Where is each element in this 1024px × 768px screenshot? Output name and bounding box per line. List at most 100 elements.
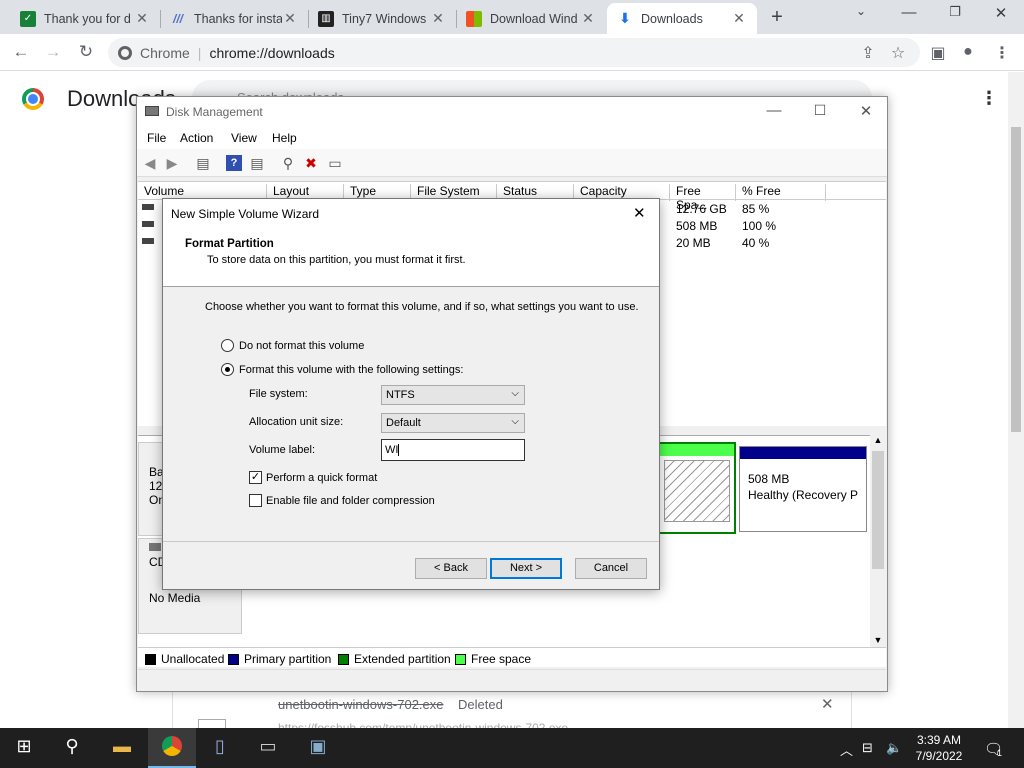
bookmark-star-icon[interactable]: ☆ <box>888 43 908 63</box>
disk-view-scrollbar[interactable]: ▲ ▼ <box>870 435 886 647</box>
free-space-partition[interactable] <box>658 442 736 534</box>
close-icon[interactable]: ✕ <box>633 204 646 222</box>
help-icon[interactable]: ? <box>226 155 242 171</box>
radio-button-selected[interactable] <box>221 363 234 376</box>
settings-icon[interactable]: ▭ <box>327 155 343 171</box>
radio-button[interactable] <box>221 339 234 352</box>
menu-file[interactable]: File <box>147 131 166 145</box>
volume-label-label: Volume label: <box>249 444 316 456</box>
volume-icon[interactable]: 🔈 <box>886 740 902 756</box>
tab-thank-you[interactable]: ✓ Thank you for d ✕ <box>10 3 160 34</box>
percent-free-cell: 100 % <box>742 219 777 233</box>
new-simple-volume-wizard: New Simple Volume Wizard ✕ Format Partit… <box>162 198 660 590</box>
column-percent-free[interactable]: % Free <box>736 184 826 201</box>
taskbar: ⊞ ⚲ ▬ ▯ ▭ ▣ ︿ ⊟ 🔈 3:39 AM 7/9/2022 🗨 1 <box>0 728 1024 768</box>
legend-primary: Primary partition <box>228 652 331 666</box>
allocation-unit-label: Allocation unit size: <box>249 416 344 428</box>
windows-start-icon[interactable]: ⊞ <box>12 736 36 760</box>
menu-help[interactable]: Help <box>272 131 297 145</box>
console-tree-icon[interactable]: ▤ <box>195 155 211 171</box>
clock[interactable]: 3:39 AM 7/9/2022 <box>908 732 970 764</box>
menu-view[interactable]: View <box>231 131 257 145</box>
radio-format-volume[interactable]: Format this volume with the following se… <box>221 363 463 376</box>
connect-icon[interactable]: ⚲ <box>280 155 296 171</box>
network-icon[interactable]: ⊟ <box>862 740 873 756</box>
volume-label-input[interactable]: WI <box>381 439 525 461</box>
microsoft-icon <box>466 10 482 27</box>
scrollbar-thumb[interactable] <box>872 451 884 569</box>
menu-icon[interactable]: ⋮ <box>992 43 1012 63</box>
close-icon[interactable]: ✕ <box>580 10 596 27</box>
back-button[interactable]: < Back <box>415 558 487 579</box>
tab-download-windows[interactable]: Download Wind ✕ <box>456 3 606 34</box>
close-icon[interactable]: ✕ <box>430 10 446 27</box>
chrome-icon[interactable] <box>160 736 184 760</box>
share-icon[interactable]: ⇪ <box>858 43 878 63</box>
scroll-down-icon[interactable]: ▼ <box>870 635 886 645</box>
radio-do-not-format[interactable]: Do not format this volume <box>221 339 364 352</box>
reload-button[interactable]: ↻ <box>75 42 97 62</box>
legend-label: Extended partition <box>354 652 451 666</box>
properties-icon[interactable]: ▤ <box>249 155 265 171</box>
select-value: Default <box>386 417 421 429</box>
menu-bar: File Action View Help <box>137 127 887 149</box>
file-explorer-icon[interactable]: ▬ <box>110 736 134 760</box>
legend-unallocated: Unallocated <box>145 652 224 666</box>
maximize-button[interactable]: ☐ <box>805 102 835 119</box>
computer-icon[interactable]: ▣ <box>306 736 330 760</box>
checkbox-label: Perform a quick format <box>266 471 378 484</box>
quick-format-checkbox-row[interactable]: ✓ Perform a quick format <box>249 471 377 484</box>
allocation-unit-select[interactable]: Default ⌵ <box>381 413 525 433</box>
close-icon[interactable]: ✕ <box>282 10 298 27</box>
chevron-down-icon: ⌵ <box>511 388 519 399</box>
wizard-subheading: To store data on this partition, you mus… <box>207 254 466 266</box>
scroll-up-icon[interactable]: ▲ <box>870 435 886 445</box>
forward-arrow-icon[interactable]: ▶ <box>164 155 180 171</box>
minimize-button[interactable]: — <box>886 4 932 21</box>
tab-downloads[interactable]: ⬇ Downloads ✕ <box>607 3 757 34</box>
back-arrow-icon[interactable]: ◀ <box>142 155 158 171</box>
scrollbar-thumb[interactable] <box>1011 127 1021 432</box>
tab-search-icon[interactable]: ⌄ <box>838 4 884 18</box>
tab-title: Thanks for insta <box>194 11 282 26</box>
download-filename[interactable]: unetbootin-windows-702.exe <box>278 697 444 712</box>
free-space-cell: 12.76 GB <box>676 202 727 216</box>
delete-icon[interactable]: ✖ <box>303 155 319 171</box>
divider <box>163 541 659 542</box>
chevron-up-icon[interactable]: ︿ <box>840 740 853 759</box>
recovery-partition[interactable]: 508 MB Healthy (Recovery Pa <box>739 446 867 532</box>
cancel-button[interactable]: Cancel <box>575 558 647 579</box>
checkbox[interactable] <box>249 494 262 507</box>
remove-download-icon[interactable]: ✕ <box>821 695 834 713</box>
profile-avatar-icon[interactable]: ● <box>958 43 978 61</box>
next-button[interactable]: Next > <box>490 558 562 579</box>
tab-tiny7[interactable]: ▥ Tiny7 Windows ✕ <box>308 3 456 34</box>
tab-thanks-for-install[interactable]: /// Thanks for insta ✕ <box>160 3 308 34</box>
search-icon[interactable]: ⚲ <box>60 736 84 760</box>
menu-action[interactable]: Action <box>180 131 213 145</box>
file-system-label: File system: <box>249 388 308 400</box>
wizard-intro: Choose whether you want to format this v… <box>205 301 639 313</box>
checkbox-checked[interactable]: ✓ <box>249 471 262 484</box>
restore-button[interactable]: ❐ <box>932 4 978 20</box>
close-window-button[interactable]: ✕ <box>978 4 1024 22</box>
close-button[interactable]: ✕ <box>851 102 881 120</box>
new-tab-button[interactable]: + <box>766 6 788 29</box>
compression-checkbox-row[interactable]: Enable file and folder compression <box>249 494 435 507</box>
file-system-select[interactable]: NTFS ⌵ <box>381 385 525 405</box>
column-free-space[interactable]: Free Spa... <box>670 184 736 212</box>
disk-management-taskbar-icon[interactable]: ▭ <box>256 736 280 760</box>
close-icon[interactable]: ✕ <box>134 10 150 27</box>
clock-time: 3:39 AM <box>916 733 962 747</box>
usb-drive-icon[interactable]: ▯ <box>208 736 232 760</box>
side-panel-icon[interactable]: ▣ <box>928 43 948 63</box>
forward-button[interactable]: → <box>42 42 64 62</box>
minimize-button[interactable]: — <box>759 102 789 119</box>
close-icon[interactable]: ✕ <box>731 10 747 27</box>
page-scrollbar[interactable] <box>1008 72 1024 728</box>
back-button[interactable]: ← <box>10 42 32 62</box>
more-actions-icon[interactable]: ⋮ <box>980 88 998 109</box>
archive-icon: ▥ <box>318 10 334 27</box>
chrome-icon <box>118 45 132 60</box>
address-bar[interactable]: Chrome | chrome://downloads <box>108 38 920 67</box>
